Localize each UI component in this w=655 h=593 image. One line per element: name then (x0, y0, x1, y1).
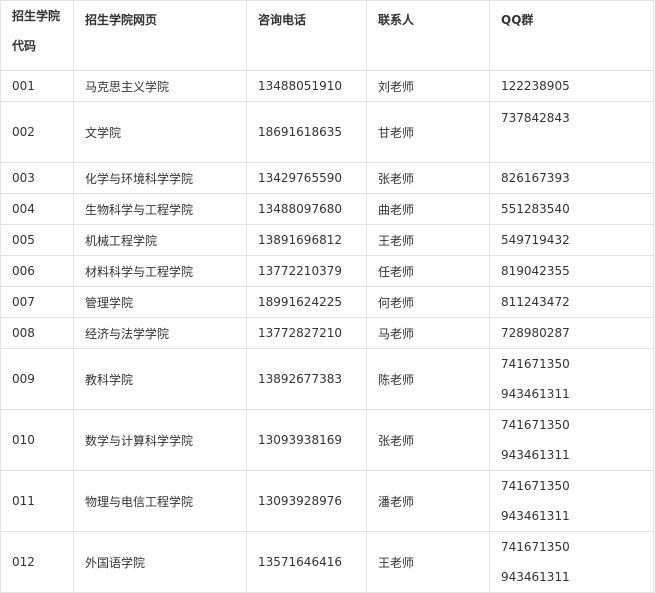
cell-contact: 甘老师 (366, 101, 490, 163)
cell-college-code: 003 (0, 162, 74, 194)
cell-contact: 张老师 (366, 409, 490, 471)
qq-number: 122238905 (501, 79, 570, 93)
cell-college-name: 管理学院 (73, 286, 247, 318)
table-header-row: 招生学院 代码 招生学院网页 咨询电话 联系人 QQ群 (0, 0, 654, 71)
cell-college-code: 006 (0, 255, 74, 287)
cell-contact: 王老师 (366, 224, 490, 256)
cell-phone: 13772210379 (246, 255, 367, 287)
cell-qq-group: 741671350 943461311 (489, 470, 654, 532)
cell-college-name: 外国语学院 (73, 531, 247, 593)
cell-qq-group: 549719432 (489, 224, 654, 256)
cell-college-code: 011 (0, 470, 74, 532)
qq-number: 943461311 (501, 570, 570, 584)
table-row: 004 生物科学与工程学院 13488097680 曲老师 551283540 (0, 193, 654, 225)
table-row: 008 经济与法学学院 13772827210 马老师 728980287 (0, 317, 654, 349)
cell-phone: 18991624225 (246, 286, 367, 318)
qq-number: 943461311 (501, 509, 570, 523)
table-row: 007 管理学院 18991624225 何老师 811243472 (0, 286, 654, 318)
header-college-code: 招生学院 代码 (0, 0, 74, 71)
cell-college-name: 教科学院 (73, 348, 247, 410)
qq-number: 741671350 (501, 540, 570, 554)
qq-number: 943461311 (501, 448, 570, 462)
cell-phone: 13891696812 (246, 224, 367, 256)
cell-college-code: 009 (0, 348, 74, 410)
table-row: 005 机械工程学院 13891696812 王老师 549719432 (0, 224, 654, 256)
cell-qq-group: 728980287 (489, 317, 654, 349)
table-row: 006 材料科学与工程学院 13772210379 任老师 819042355 (0, 255, 654, 287)
college-contacts-table: 招生学院 代码 招生学院网页 咨询电话 联系人 QQ群 001 马克思主义学院 13… (0, 0, 654, 593)
cell-college-name: 机械工程学院 (73, 224, 247, 256)
qq-number: 741671350 (501, 479, 570, 493)
table-row: 010 数学与计算科学学院 13093938169 张老师 741671350 94346… (0, 409, 654, 471)
qq-number: 826167393 (501, 171, 570, 185)
table-row: 001 马克思主义学院 13488051910 刘老师 122238905 (0, 70, 654, 102)
header-code-line2: 代码 (12, 39, 37, 53)
cell-college-name: 数学与计算科学学院 (73, 409, 247, 471)
cell-phone: 13892677383 (246, 348, 367, 410)
table-row: 012 外国语学院 13571646416 王老师 741671350 943461311 (0, 531, 654, 593)
cell-college-name: 化学与环境科学学院 (73, 162, 247, 194)
cell-college-code: 012 (0, 531, 74, 593)
qq-number: 811243472 (501, 295, 570, 309)
header-qq-group: QQ群 (489, 0, 654, 71)
cell-college-name: 文学院 (73, 101, 247, 163)
cell-contact: 马老师 (366, 317, 490, 349)
cell-phone: 13488051910 (246, 70, 367, 102)
cell-qq-group: 811243472 (489, 286, 654, 318)
cell-college-name: 经济与法学学院 (73, 317, 247, 349)
qq-number: 943461311 (501, 387, 570, 401)
header-code-line1: 招生学院 (12, 9, 61, 23)
cell-phone: 13772827210 (246, 317, 367, 349)
header-college-website: 招生学院网页 (73, 0, 247, 71)
table-row: 009 教科学院 13892677383 陈老师 741671350 943461311 (0, 348, 654, 410)
cell-phone: 13429765590 (246, 162, 367, 194)
cell-college-code: 002 (0, 101, 74, 163)
cell-phone: 13488097680 (246, 193, 367, 225)
cell-qq-group: 551283540 (489, 193, 654, 225)
cell-qq-group: 741671350 943461311 (489, 409, 654, 471)
cell-contact: 张老师 (366, 162, 490, 194)
cell-college-code: 010 (0, 409, 74, 471)
cell-qq-group: 741671350 943461311 (489, 531, 654, 593)
qq-number: 728980287 (501, 326, 570, 340)
cell-qq-group: 737842843 (489, 101, 654, 163)
cell-qq-group: 819042355 (489, 255, 654, 287)
table-row: 011 物理与电信工程学院 13093928976 潘老师 741671350 94346… (0, 470, 654, 532)
cell-college-name: 生物科学与工程学院 (73, 193, 247, 225)
cell-contact: 何老师 (366, 286, 490, 318)
cell-college-name: 材料科学与工程学院 (73, 255, 247, 287)
cell-phone: 13571646416 (246, 531, 367, 593)
cell-qq-group: 826167393 (489, 162, 654, 194)
header-contact: 联系人 (366, 0, 490, 71)
header-phone: 咨询电话 (246, 0, 367, 71)
cell-phone: 13093928976 (246, 470, 367, 532)
qq-number: 549719432 (501, 233, 570, 247)
cell-college-code: 008 (0, 317, 74, 349)
cell-college-code: 007 (0, 286, 74, 318)
cell-college-name: 物理与电信工程学院 (73, 470, 247, 532)
cell-qq-group: 122238905 (489, 70, 654, 102)
cell-qq-group: 741671350 943461311 (489, 348, 654, 410)
table-body: 001 马克思主义学院 13488051910 刘老师 122238905 002 文学院 1… (0, 70, 654, 593)
qq-number: 737842843 (501, 111, 570, 125)
cell-college-name: 马克思主义学院 (73, 70, 247, 102)
cell-contact: 潘老师 (366, 470, 490, 532)
qq-number: 551283540 (501, 202, 570, 216)
cell-phone: 13093938169 (246, 409, 367, 471)
qq-number: 741671350 (501, 357, 570, 371)
cell-college-code: 004 (0, 193, 74, 225)
cell-contact: 任老师 (366, 255, 490, 287)
table-row: 002 文学院 18691618635 甘老师 737842843 (0, 101, 654, 163)
cell-contact: 刘老师 (366, 70, 490, 102)
cell-college-code: 005 (0, 224, 74, 256)
cell-contact: 陈老师 (366, 348, 490, 410)
qq-number: 819042355 (501, 264, 570, 278)
qq-number: 741671350 (501, 418, 570, 432)
cell-phone: 18691618635 (246, 101, 367, 163)
table-row: 003 化学与环境科学学院 13429765590 张老师 826167393 (0, 162, 654, 194)
cell-contact: 曲老师 (366, 193, 490, 225)
cell-college-code: 001 (0, 70, 74, 102)
cell-contact: 王老师 (366, 531, 490, 593)
